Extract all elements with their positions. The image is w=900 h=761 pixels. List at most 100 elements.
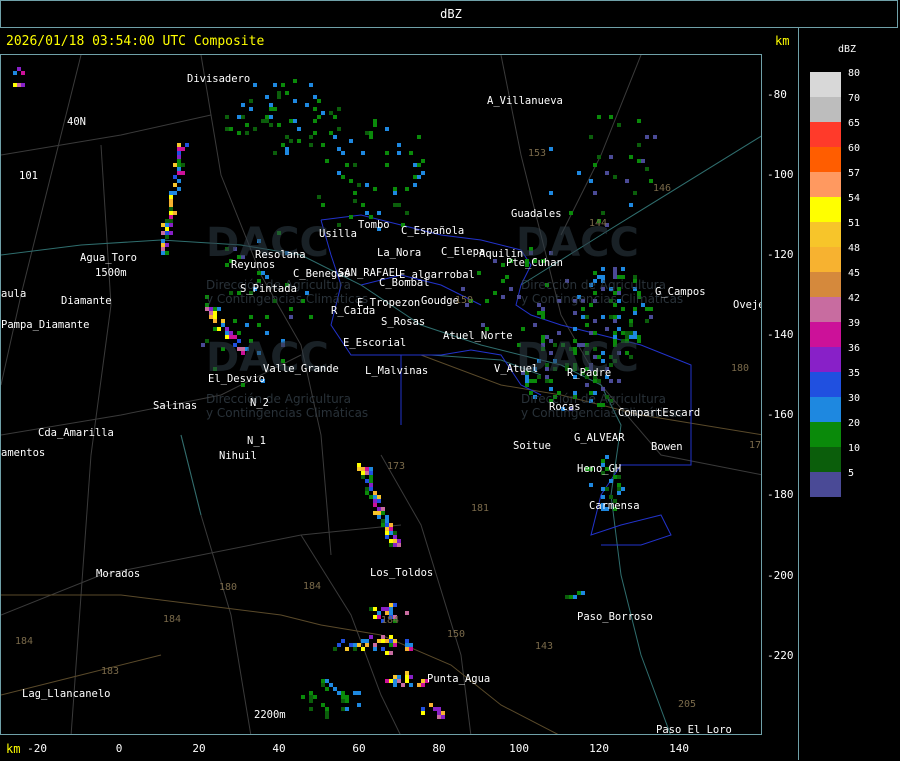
echo-pixel xyxy=(613,315,617,319)
echo-pixel xyxy=(337,147,341,151)
echo-pixel xyxy=(585,315,589,319)
echo-pixel xyxy=(181,163,185,167)
echo-pixel xyxy=(621,487,625,491)
legend-swatch xyxy=(810,72,841,97)
road-number: 205 xyxy=(678,699,697,710)
echo-pixel xyxy=(165,223,169,227)
echo-pixel xyxy=(289,119,293,123)
echo-pixel xyxy=(385,531,389,535)
place-label: G_ALVEAR xyxy=(574,432,625,444)
echo-pixel xyxy=(373,615,377,619)
echo-pixel xyxy=(325,715,329,719)
echo-pixel xyxy=(397,675,401,679)
place-label: Salinas xyxy=(153,400,198,412)
echo-pixel xyxy=(385,679,389,683)
echo-pixel xyxy=(365,211,369,215)
echo-pixel xyxy=(393,187,397,191)
echo-pixel xyxy=(573,595,577,599)
echo-pixel xyxy=(381,523,385,527)
legend-label: 80 xyxy=(848,68,861,79)
legend-swatch xyxy=(810,372,841,397)
echo-pixel xyxy=(169,203,173,207)
echo-pixel xyxy=(405,679,409,683)
echo-pixel xyxy=(301,695,305,699)
place-label: Ovejero xyxy=(733,299,761,311)
echo-pixel xyxy=(389,603,393,607)
echo-pixel xyxy=(305,103,309,107)
echo-pixel xyxy=(393,203,397,207)
echo-pixel xyxy=(17,83,21,87)
echo-pixel xyxy=(637,159,641,163)
place-label: Carmensa xyxy=(589,500,640,512)
echo-pixel xyxy=(417,135,421,139)
echo-pixel xyxy=(381,511,385,515)
echo-pixel xyxy=(385,535,389,539)
echo-pixel xyxy=(397,543,401,547)
echo-pixel xyxy=(417,175,421,179)
echo-pixel xyxy=(209,311,213,315)
echo-pixel xyxy=(397,151,401,155)
place-label: La_Nora xyxy=(377,247,422,259)
echo-pixel xyxy=(169,199,173,203)
echo-pixel xyxy=(405,639,409,643)
echo-pixel xyxy=(317,195,321,199)
place-label: Punta_Agua xyxy=(427,673,491,685)
echo-pixel xyxy=(385,151,389,155)
echo-pixel xyxy=(577,591,581,595)
echo-pixel xyxy=(345,163,349,167)
echo-pixel xyxy=(645,307,649,311)
echo-pixel xyxy=(285,147,289,151)
echo-pixel xyxy=(645,135,649,139)
echo-pixel xyxy=(289,315,293,319)
echo-pixel xyxy=(609,495,613,499)
echo-pixel xyxy=(173,191,177,195)
echo-pixel xyxy=(273,83,277,87)
echo-pixel xyxy=(393,683,397,687)
echo-pixel xyxy=(365,183,369,187)
echo-pixel xyxy=(373,123,377,127)
echo-pixel xyxy=(309,143,313,147)
echo-pixel xyxy=(357,183,361,187)
echo-pixel xyxy=(373,647,377,651)
echo-pixel xyxy=(213,307,217,311)
echo-pixel xyxy=(409,683,413,687)
echo-pixel xyxy=(389,679,393,683)
echo-pixel xyxy=(173,183,177,187)
echo-pixel xyxy=(433,707,437,711)
legend-swatch xyxy=(810,97,841,122)
echo-pixel xyxy=(353,691,357,695)
watermark-text: Dirección de Agricultura y Contingencias … xyxy=(206,392,369,420)
x-tick-label: 0 xyxy=(115,742,123,755)
window-title: dBZ xyxy=(440,7,462,21)
echo-pixel xyxy=(645,319,649,323)
y-tick-label: -120 xyxy=(767,248,794,261)
place-label: R_Padre xyxy=(567,367,612,379)
radar-map[interactable]: DACC DACC DACC DACC Dirección de Agricul… xyxy=(0,54,762,735)
echo-pixel xyxy=(169,215,173,219)
echo-pixel xyxy=(641,159,645,163)
place-label: Lag_Llancanelo xyxy=(22,688,111,700)
echo-pixel xyxy=(389,639,393,643)
echo-pixel xyxy=(17,67,21,71)
x-axis-unit: km xyxy=(6,742,21,756)
echo-pixel xyxy=(621,267,625,271)
echo-pixel xyxy=(257,323,261,327)
legend-label: 36 xyxy=(848,343,861,354)
echo-pixel xyxy=(413,163,417,167)
place-label: A_Villanueva xyxy=(487,95,563,107)
echo-pixel xyxy=(365,487,369,491)
echo-pixel xyxy=(629,323,633,327)
echo-pixel xyxy=(605,327,609,331)
echo-pixel xyxy=(309,315,313,319)
echo-pixel xyxy=(241,115,245,119)
echo-pixel xyxy=(385,127,389,131)
echo-pixel xyxy=(285,151,289,155)
radar-display: dBZ 2026/01/18 03:54:00 UTC Composite km… xyxy=(0,0,900,761)
echo-pixel xyxy=(405,671,409,675)
legend-label: 10 xyxy=(848,443,861,454)
echo-pixel xyxy=(169,223,173,227)
echo-pixel xyxy=(185,143,189,147)
echo-pixel xyxy=(265,95,269,99)
echo-pixel xyxy=(417,163,421,167)
y-tick-label: -200 xyxy=(767,569,794,582)
